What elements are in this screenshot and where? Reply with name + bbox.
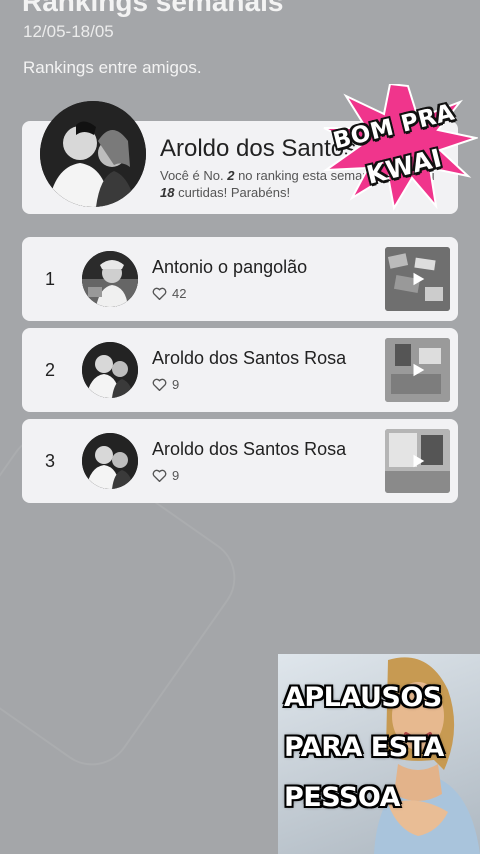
user-name: Aroldo dos Santos Rosa bbox=[152, 439, 347, 459]
avatar[interactable] bbox=[40, 101, 146, 207]
likes-count: 42 bbox=[172, 286, 187, 301]
user-name: Antonio o pangolão bbox=[152, 257, 308, 277]
ranking-row[interactable]: 1 Antonio o pangolão 42 bbox=[22, 237, 458, 321]
rank-message-prefix: Você é No. bbox=[160, 168, 228, 183]
bom-pra-kwai-sticker: BOM PRA KWAI bbox=[318, 82, 480, 212]
avatar[interactable] bbox=[82, 433, 138, 489]
likes: 9 bbox=[152, 468, 179, 483]
user-name: Aroldo dos Santos Rosa bbox=[152, 348, 347, 368]
aplausos-line-3: PESSOA bbox=[284, 782, 401, 813]
page-title: Rankings semanais bbox=[22, 0, 284, 17]
likes: 42 bbox=[152, 286, 186, 301]
play-icon bbox=[413, 363, 424, 377]
play-icon bbox=[413, 272, 424, 286]
section-subtitle: Rankings entre amigos. bbox=[23, 58, 202, 77]
avatar[interactable] bbox=[82, 251, 138, 307]
video-thumbnail[interactable] bbox=[385, 338, 450, 402]
rank-message-suffix: curtidas! Parabéns! bbox=[174, 185, 291, 200]
likes: 9 bbox=[152, 377, 179, 392]
likes-count: 9 bbox=[172, 377, 180, 392]
aplausos-sticker: APLAUSOS PARA ESTA PESSOA bbox=[278, 654, 480, 854]
rank-number: 3 bbox=[44, 451, 55, 471]
my-likes-count: 18 bbox=[160, 185, 175, 200]
video-thumbnail[interactable] bbox=[385, 247, 450, 311]
date-range: 12/05-18/05 bbox=[23, 22, 114, 41]
heart-outline-icon bbox=[152, 469, 167, 482]
video-thumbnail[interactable] bbox=[385, 429, 450, 493]
ranking-row[interactable]: 2 Aroldo dos Santos Rosa 9 bbox=[22, 328, 458, 412]
rank-number: 2 bbox=[44, 360, 55, 380]
avatar[interactable] bbox=[82, 342, 138, 398]
ranking-row[interactable]: 3 Aroldo dos Santos Rosa 9 bbox=[22, 419, 458, 503]
aplausos-line-1: APLAUSOS bbox=[284, 682, 442, 713]
heart-outline-icon bbox=[152, 378, 167, 391]
aplausos-line-2: PARA ESTA bbox=[284, 732, 444, 763]
play-icon bbox=[413, 454, 424, 468]
likes-count: 9 bbox=[172, 468, 180, 483]
rank-number: 1 bbox=[44, 269, 55, 289]
heart-outline-icon bbox=[152, 287, 167, 300]
